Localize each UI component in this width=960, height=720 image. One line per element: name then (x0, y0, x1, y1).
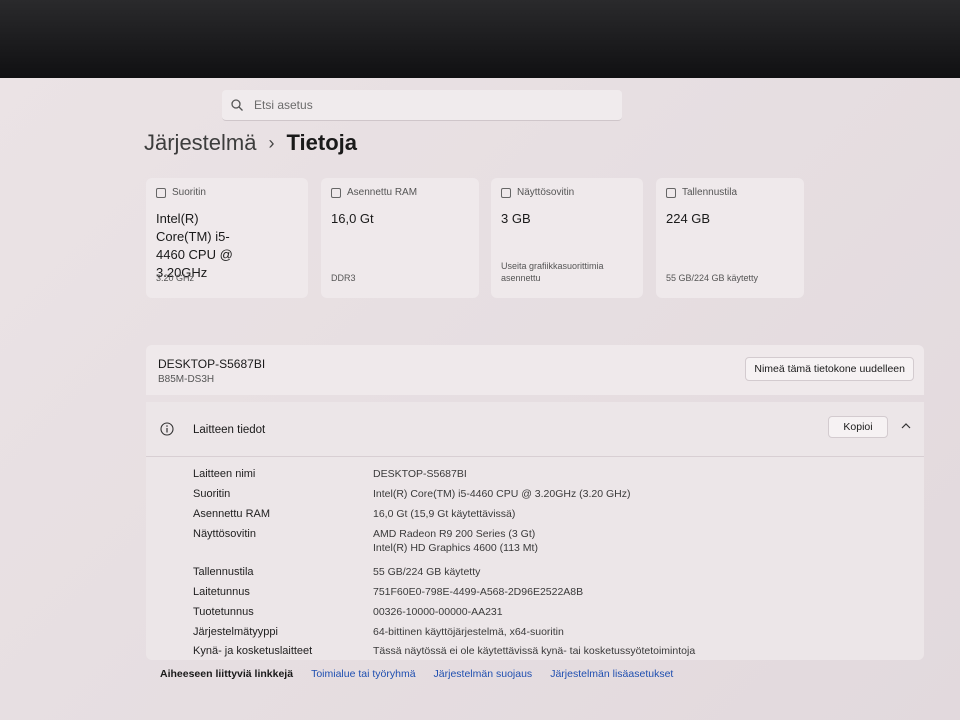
spec-label: Tallennustila (193, 566, 254, 578)
card-title: Asennettu RAM (347, 187, 418, 198)
link-advanced-system-settings[interactable]: Järjestelmän lisäasetukset (550, 668, 673, 680)
card-subtitle: Useita grafiikkasuorittimia asennettu (501, 261, 604, 283)
info-icon (160, 422, 174, 436)
page-title: Tietoja (286, 130, 357, 155)
search-box[interactable] (222, 90, 622, 121)
spec-label: Laitetunnus (193, 586, 250, 598)
divider (146, 456, 924, 457)
spec-label: Tuotetunnus (193, 606, 254, 618)
section-title: Laitteen tiedot (193, 424, 266, 436)
card-ram: Asennettu RAM 16,0 Gt DDR3 (321, 178, 479, 298)
spec-value: DESKTOP-S5687BI (373, 468, 467, 480)
spec-value: Intel(R) Core(TM) i5-4460 CPU @ 3.20GHz … (373, 488, 631, 500)
spec-value-secondary: Intel(R) HD Graphics 4600 (113 Mt) (373, 542, 538, 554)
card-title: Näyttösovitin (517, 187, 575, 198)
device-specs-header[interactable]: Laitteen tiedot Kopioi (146, 402, 924, 452)
spec-value: 16,0 Gt (15,9 Gt käytettävissä) (373, 508, 516, 520)
link-domain-workgroup[interactable]: Toimialue tai työryhmä (311, 668, 415, 680)
card-subtitle: 55 GB/224 GB käytetty (666, 273, 759, 283)
chevron-right-icon: › (268, 132, 275, 153)
spec-value: Tässä näytössä ei ole käytettävissä kynä… (373, 645, 696, 657)
link-system-protection[interactable]: Järjestelmän suojaus (434, 668, 533, 680)
copy-button[interactable]: Kopioi (828, 416, 888, 438)
spec-label: Näyttösovitin (193, 528, 256, 540)
display-adapter-icon (501, 187, 511, 198)
card-storage: Tallennustila 224 GB 55 GB/224 GB käytet… (656, 178, 804, 298)
device-name: DESKTOP-S5687BI (158, 357, 266, 371)
spec-label: Järjestelmätyyppi (193, 626, 278, 638)
breadcrumb: Järjestelmä › Tietoja (144, 130, 357, 156)
settings-window: Järjestelmä › Tietoja Suoritin Intel(R) … (0, 78, 960, 720)
related-links-label: Aiheeseen liittyviä linkkejä (160, 668, 294, 680)
memory-icon (331, 187, 341, 198)
chevron-up-icon[interactable] (900, 420, 912, 432)
card-gpu: Näyttösovitin 3 GB Useita grafiikkasuori… (491, 178, 643, 298)
device-name-panel: DESKTOP-S5687BI B85M-DS3H Nimeä tämä tie… (146, 345, 924, 395)
search-input[interactable] (252, 97, 556, 113)
device-model: B85M-DS3H (158, 374, 215, 385)
search-icon (231, 99, 243, 111)
storage-icon (666, 187, 676, 198)
card-subtitle: DDR3 (331, 273, 356, 283)
card-subtitle: 3.20 GHz (156, 273, 195, 283)
card-value: 224 GB (666, 211, 711, 226)
spec-value: 751F60E0-798E-4499-A568-2D96E2522A8B (373, 586, 584, 598)
spec-value: AMD Radeon R9 200 Series (3 Gt) (373, 528, 536, 540)
spec-value: 64-bittinen käyttöjärjestelmä, x64-suori… (373, 626, 564, 638)
spec-label: Suoritin (193, 488, 231, 500)
spec-value: 00326-10000-00000-AA231 (373, 606, 503, 618)
related-links: Aiheeseen liittyviä linkkejä Toimialue t… (146, 668, 673, 680)
card-title: Suoritin (172, 187, 206, 198)
spec-label: Kynä- ja kosketuslaitteet (193, 645, 313, 657)
card-value: 16,0 Gt (331, 211, 374, 226)
monitor-bezel (0, 0, 960, 78)
device-specifications: Laitteen tiedot Kopioi Laitteen nimi DES… (146, 402, 924, 660)
spec-label: Asennettu RAM (193, 508, 271, 520)
spec-value: 55 GB/224 GB käytetty (373, 566, 481, 578)
spec-label: Laitteen nimi (193, 468, 256, 480)
rename-pc-button[interactable]: Nimeä tämä tietokone uudelleen (745, 357, 914, 381)
card-value: 3 GB (501, 211, 531, 226)
card-title: Tallennustila (682, 187, 738, 198)
cpu-icon (156, 187, 166, 198)
breadcrumb-parent[interactable]: Järjestelmä (144, 130, 256, 156)
card-cpu: Suoritin Intel(R) Core(TM) i5-4460 CPU @… (146, 178, 308, 298)
